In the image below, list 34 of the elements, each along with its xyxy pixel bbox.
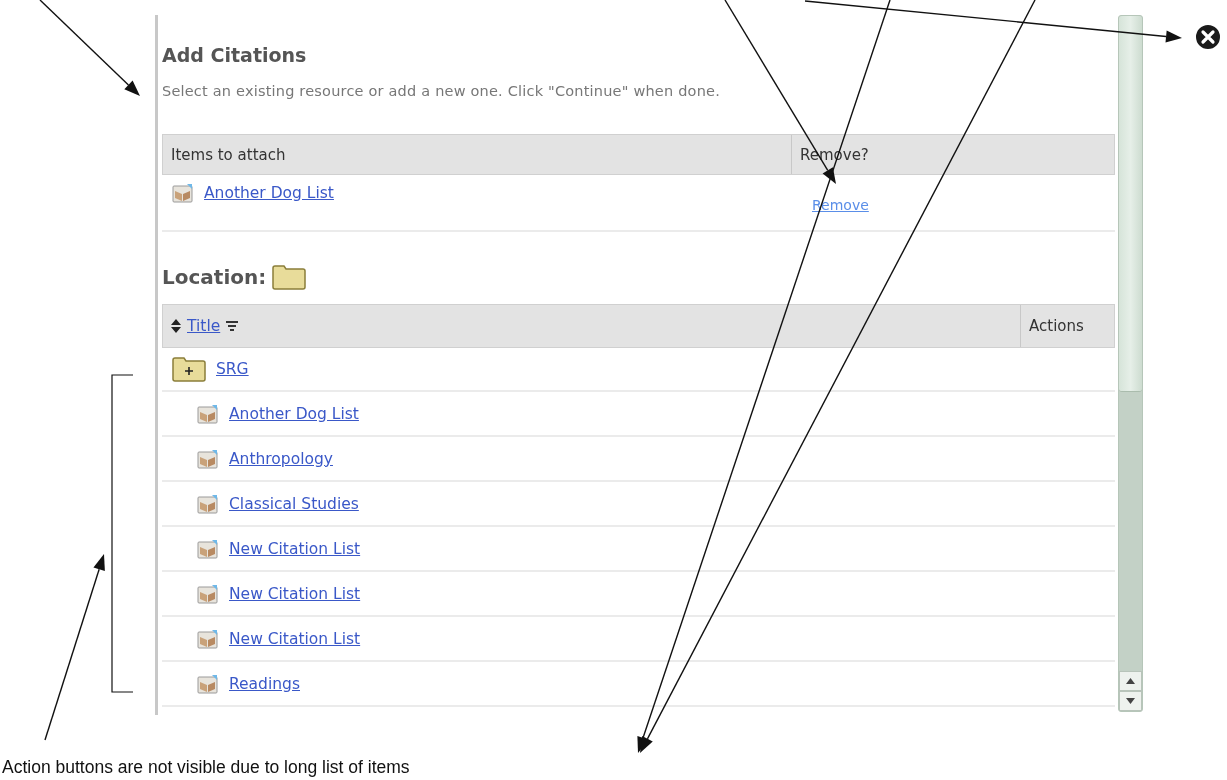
resource-link[interactable]: New Citation List xyxy=(229,584,361,603)
sort-icon[interactable] xyxy=(171,319,181,333)
book-icon xyxy=(197,538,219,559)
resource-link[interactable]: New Citation List xyxy=(229,539,361,558)
column-header: Actions xyxy=(1020,305,1114,347)
resource-link[interactable]: Classical Studies xyxy=(229,494,359,513)
book-icon xyxy=(197,628,219,649)
instructions: Select an existing resource or add a new one. Click "Continue" when done. xyxy=(162,82,721,101)
caret-up-icon xyxy=(1126,678,1135,684)
book-icon xyxy=(197,493,219,514)
resource-link[interactable]: Anthropology xyxy=(229,449,333,468)
item-link[interactable]: Another Dog List xyxy=(204,184,334,202)
resource-link[interactable]: SRG xyxy=(216,360,249,378)
title-sort-link[interactable]: Title xyxy=(187,317,221,335)
book-icon xyxy=(197,673,219,694)
filter-icon[interactable] xyxy=(226,320,239,332)
resource-link[interactable]: New Citation List xyxy=(229,629,361,648)
book-icon xyxy=(197,403,219,424)
book-icon xyxy=(197,448,219,469)
caret-down-icon xyxy=(1126,698,1135,704)
book-icon xyxy=(172,183,194,203)
scroll-thumb[interactable] xyxy=(1119,16,1142,392)
scrollbar[interactable] xyxy=(1118,15,1143,712)
dialog-title: Add Citations xyxy=(162,43,308,67)
resource-link[interactable]: Readings xyxy=(229,674,300,693)
folder-icon xyxy=(272,264,307,290)
annotation-caption: Action buttons are not visible due to long list of items xyxy=(1,757,411,778)
book-icon xyxy=(197,583,219,604)
resource-link[interactable]: Another Dog List xyxy=(229,404,359,423)
scroll-down-button[interactable] xyxy=(1119,691,1142,711)
location-label: Location: xyxy=(162,265,267,289)
scroll-up-button[interactable] xyxy=(1119,671,1142,691)
folder-plus-icon[interactable] xyxy=(172,356,206,382)
column-header: Items to attach xyxy=(170,144,287,166)
